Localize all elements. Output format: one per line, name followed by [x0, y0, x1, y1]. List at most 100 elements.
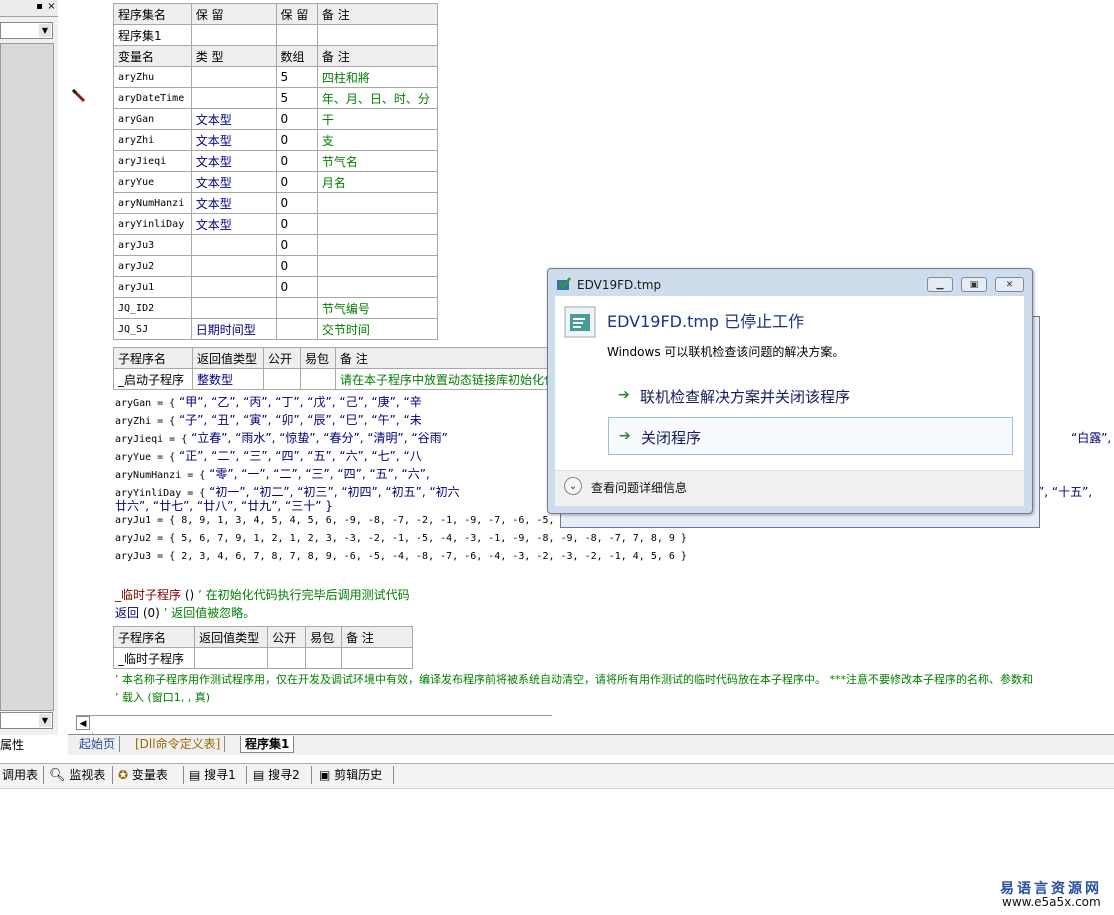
table-cell[interactable]: 日期时间型 — [190, 318, 277, 340]
properties-list[interactable] — [0, 43, 54, 711]
table-cell[interactable]: 5 — [275, 87, 318, 109]
table-cell[interactable] — [190, 66, 277, 88]
table-cell[interactable] — [275, 297, 318, 319]
code-comment-line[interactable]: ’ 本名称子程序用作测试程序用，仅在开发及调试环境中有效，编译发布程序前将被系统… — [115, 671, 1033, 687]
table-cell[interactable] — [316, 276, 439, 298]
table-cell[interactable]: aryDateTime — [113, 87, 192, 109]
close-icon[interactable]: × — [46, 1, 57, 12]
table-cell[interactable]: 文本型 — [190, 129, 277, 151]
table-cell[interactable]: 0 — [275, 255, 318, 277]
table-cell[interactable]: aryJu1 — [113, 276, 192, 298]
code-line[interactable]: aryNumHanzi = { “零”, “一”, “二”, “三”, “四”,… — [115, 465, 430, 482]
bottom-tab-calls[interactable]: 调用表 — [2, 767, 38, 783]
code-line[interactable]: aryJu2 = { 5, 6, 7, 9, 1, 2, 1, 2, 3, -3… — [115, 533, 687, 544]
code-line[interactable]: aryGan = { “甲”, “乙”, “丙”, “丁”, “戊”, “己”,… — [115, 393, 422, 410]
table-row[interactable]: aryNumHanzi 文本型 0 — [113, 192, 439, 214]
bottom-tab-clip-history[interactable]: ▣ 剪辑历史 — [319, 767, 382, 783]
tab-properties[interactable]: 属性 — [0, 735, 34, 755]
table-cell[interactable]: 整数型 — [191, 368, 264, 390]
table-cell[interactable]: 程序集1 — [113, 24, 192, 46]
table-cell[interactable]: 请在本子程序中放置动态链接库初始化代码 — [334, 368, 574, 390]
breakpoint-icon[interactable] — [71, 88, 87, 104]
table-cell[interactable]: JQ_ID2 — [113, 297, 192, 319]
code-line[interactable]: aryJu1 = { 8, 9, 1, 3, 4, 5, 4, 5, 6, -9… — [115, 515, 555, 526]
table-cell[interactable] — [316, 24, 439, 46]
table-cell[interactable]: aryJu3 — [113, 234, 192, 256]
code-comment-line[interactable]: ’ 载入 (窗口1, , 真) — [115, 689, 210, 705]
code-line[interactable]: aryJu3 = { 2, 3, 4, 6, 7, 8, 7, 8, 9, -6… — [115, 551, 687, 562]
code-line[interactable]: aryYue = { “正”, “二”, “三”, “四”, “五”, “六”,… — [115, 447, 422, 464]
bottom-tab-search2[interactable]: ▤ 搜寻2 — [253, 767, 300, 783]
table-cell[interactable]: 0 — [275, 234, 318, 256]
table-cell[interactable] — [316, 213, 439, 235]
table-cell[interactable] — [316, 192, 439, 214]
table-cell[interactable] — [305, 647, 343, 669]
table-cell[interactable]: 5 — [275, 66, 318, 88]
object-combo[interactable]: ▼ — [0, 22, 53, 39]
table-row[interactable]: aryYue 文本型 0 月名 — [113, 171, 439, 193]
table-cell[interactable]: aryYinliDay — [113, 213, 192, 235]
chevron-down-icon[interactable]: ⌄ — [564, 477, 582, 495]
view-details-link[interactable]: 查看问题详细信息 — [591, 479, 687, 496]
table-cell[interactable]: aryJieqi — [113, 150, 192, 172]
table-cell[interactable]: aryNumHanzi — [113, 192, 192, 214]
table-cell[interactable]: aryYue — [113, 171, 192, 193]
table-cell[interactable]: 文本型 — [190, 192, 277, 214]
property-combo[interactable]: ▼ — [0, 712, 53, 729]
table-cell[interactable]: 文本型 — [190, 108, 277, 130]
table-row[interactable]: aryDateTime 5 年、月、日、时、分 — [113, 87, 439, 109]
maximize-icon[interactable]: ▣ — [961, 277, 987, 292]
table-cell[interactable]: aryJu2 — [113, 255, 192, 277]
table-cell[interactable]: 月名 — [316, 171, 439, 193]
table-row[interactable]: aryJu2 0 — [113, 255, 439, 277]
code-line[interactable]: aryJieqi = { “立春”, “雨水”, “惊蛰”, “春分”, “清明… — [115, 429, 448, 446]
code-line[interactable]: aryZhi = { “子”, “丑”, “寅”, “卯”, “辰”, “巳”,… — [115, 411, 422, 428]
table-cell[interactable]: 节气编号 — [316, 297, 439, 319]
bottom-tab-search1[interactable]: ▤ 搜寻1 — [189, 767, 236, 783]
table-row[interactable]: aryJu1 0 — [113, 276, 439, 298]
table-cell[interactable]: 0 — [275, 150, 318, 172]
table-cell[interactable] — [194, 647, 269, 669]
table-row[interactable]: JQ_SJ 日期时间型 交节时间 — [113, 318, 439, 340]
table-cell[interactable] — [267, 647, 307, 669]
table-cell[interactable] — [299, 368, 336, 390]
table-cell[interactable]: 文本型 — [190, 171, 277, 193]
tab-start-page[interactable]: 起始页 — [75, 736, 121, 752]
horizontal-scrollbar[interactable] — [76, 715, 552, 732]
bottom-tab-watch[interactable]: 🔍︎ 监视表 — [49, 767, 105, 783]
table-cell[interactable]: 干 — [316, 108, 439, 130]
chevron-down-icon[interactable]: ▼ — [39, 714, 51, 727]
minimize-icon[interactable]: ▪ — [34, 1, 45, 12]
table-row[interactable]: aryGan 文本型 0 干 — [113, 108, 439, 130]
table-cell[interactable]: 0 — [275, 192, 318, 214]
table-row[interactable]: aryZhu 5 四柱和將 — [113, 66, 439, 88]
table-cell[interactable] — [316, 255, 439, 277]
code-line[interactable]: 返回 (0) ’ 返回值被忽略。 — [115, 604, 255, 621]
code-line-continuation[interactable]: 廿六”, “廿七”, “廿八”, “廿九”, “三十” } — [115, 497, 333, 514]
table-cell[interactable]: aryZhi — [113, 129, 192, 151]
scroll-left-icon[interactable]: ◀ — [76, 716, 90, 730]
table-cell[interactable] — [316, 234, 439, 256]
table-cell[interactable]: 文本型 — [190, 213, 277, 235]
table-cell[interactable]: 四柱和將 — [316, 66, 439, 88]
table-cell[interactable]: 0 — [275, 213, 318, 235]
table-cell[interactable] — [190, 276, 277, 298]
table-cell[interactable] — [275, 318, 318, 340]
table-cell[interactable] — [190, 24, 277, 46]
table-row[interactable]: aryZhi 文本型 0 支 — [113, 129, 439, 151]
table-cell[interactable] — [190, 234, 277, 256]
close-icon[interactable]: ✕ — [995, 277, 1024, 292]
table-row[interactable]: JQ_ID2 节气编号 — [113, 297, 439, 319]
chevron-down-icon[interactable]: ▼ — [39, 24, 51, 37]
check-online-button[interactable]: ➔ 联机检查解决方案并关闭该程序 — [608, 377, 1013, 415]
bottom-tab-variables[interactable]: ✪ 变量表 — [118, 767, 168, 783]
table-cell[interactable]: JQ_SJ — [113, 318, 192, 340]
close-program-button[interactable]: ➔ 关闭程序 — [608, 417, 1013, 455]
table-cell[interactable] — [190, 255, 277, 277]
table-cell[interactable]: 节气名 — [316, 150, 439, 172]
table-cell[interactable]: 年、月、日、时、分 — [316, 87, 439, 109]
table-cell[interactable]: 交节时间 — [316, 318, 439, 340]
table-cell[interactable]: aryGan — [113, 108, 192, 130]
table-cell[interactable] — [275, 24, 318, 46]
table-cell[interactable]: 支 — [316, 129, 439, 151]
